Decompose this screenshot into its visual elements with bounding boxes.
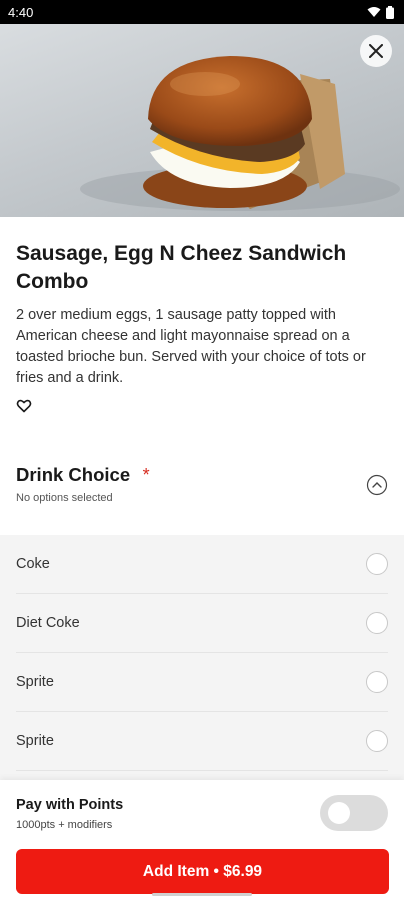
option-label: Sprite <box>16 733 54 749</box>
pay-with-points-subtitle: 1000pts + modifiers <box>16 819 113 831</box>
item-description: 2 over medium eggs, 1 sausage patty topp… <box>16 307 366 386</box>
drink-options-list: Coke Diet Coke Sprite Sprite <box>0 535 404 780</box>
required-asterisk: * <box>142 465 150 485</box>
option-label: Diet Coke <box>16 615 80 631</box>
sandwich-illustration <box>80 56 400 211</box>
close-icon <box>369 44 383 58</box>
drink-choice-header[interactable]: Drink Choice * No options selected <box>16 464 388 514</box>
section-subtitle: No options selected <box>16 492 113 504</box>
pay-with-points-title: Pay with Points <box>16 797 124 813</box>
pay-with-points-toggle[interactable] <box>320 795 388 831</box>
option-row[interactable]: Diet Coke <box>16 594 388 653</box>
hero-image <box>0 24 404 217</box>
status-time: 4:40 <box>8 4 34 20</box>
option-row[interactable]: Sprite <box>16 712 388 771</box>
heart-icon[interactable] <box>16 398 32 414</box>
option-row[interactable]: Coke <box>16 535 388 594</box>
close-button[interactable] <box>360 35 392 67</box>
home-indicator <box>152 893 252 896</box>
battery-icon <box>386 5 394 19</box>
bottom-panel: Pay with Points 1000pts + modifiers Add … <box>0 780 404 900</box>
chevron-up-icon[interactable] <box>366 474 388 496</box>
item-title: Sausage, Egg N Cheez Sandwich Combo <box>16 242 347 293</box>
radio-button[interactable] <box>366 730 388 752</box>
wifi-icon <box>367 7 381 17</box>
radio-button[interactable] <box>366 612 388 634</box>
status-icons <box>367 5 394 19</box>
status-bar: 4:40 <box>0 0 404 24</box>
section-title: Drink Choice <box>16 464 131 485</box>
radio-button[interactable] <box>366 553 388 575</box>
radio-button[interactable] <box>366 671 388 693</box>
add-item-button[interactable]: Add Item • $6.99 <box>16 849 389 894</box>
toggle-knob <box>328 802 350 824</box>
option-label: Coke <box>16 556 50 572</box>
option-row[interactable]: Sprite <box>16 653 388 712</box>
option-label: Sprite <box>16 674 54 690</box>
